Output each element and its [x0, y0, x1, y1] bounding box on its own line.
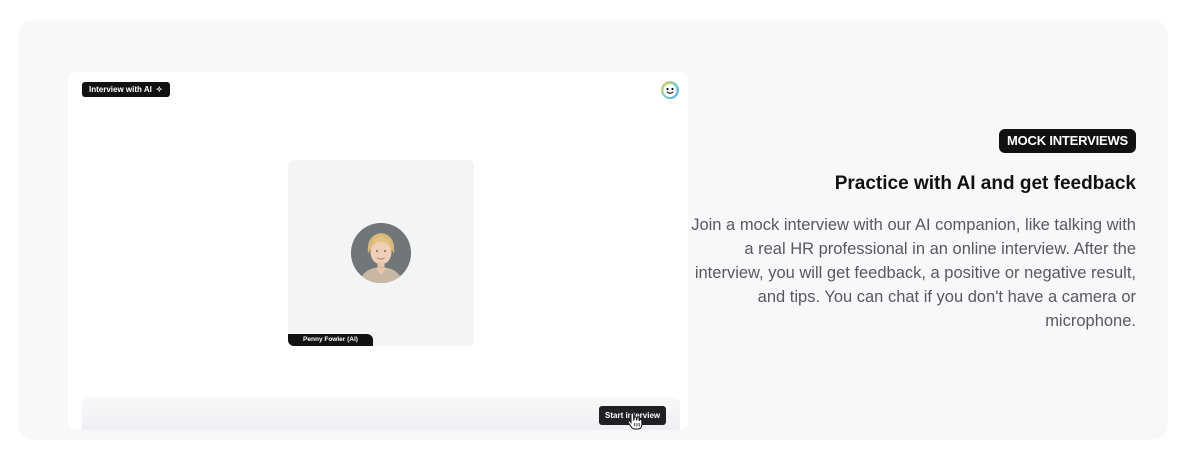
- badge-label: Interview with AI: [89, 85, 152, 94]
- avatar: [351, 223, 411, 283]
- participant-name-tag: Penny Fowler (AI): [288, 334, 373, 346]
- feature-headline: Practice with AI and get feedback: [834, 173, 1136, 194]
- feature-description: Join a mock interview with our AI compan…: [691, 216, 1136, 330]
- interview-with-ai-badge: Interview with AI ✧: [82, 82, 170, 97]
- feature-card: Interview with AI ✧ Penny Fowler (AI) St…: [18, 20, 1168, 440]
- participant-video-tile: Penny Fowler (AI): [288, 160, 474, 346]
- call-controls-bar: [82, 398, 680, 430]
- interview-preview: Interview with AI ✧ Penny Fowler (AI) St…: [68, 72, 688, 430]
- mock-interviews-tag: MOCK INTERVIEWS: [999, 129, 1136, 153]
- brand-logo-icon: [661, 81, 679, 99]
- hand-cursor-icon: [627, 412, 643, 430]
- sparkle-icon: ✧: [155, 84, 163, 94]
